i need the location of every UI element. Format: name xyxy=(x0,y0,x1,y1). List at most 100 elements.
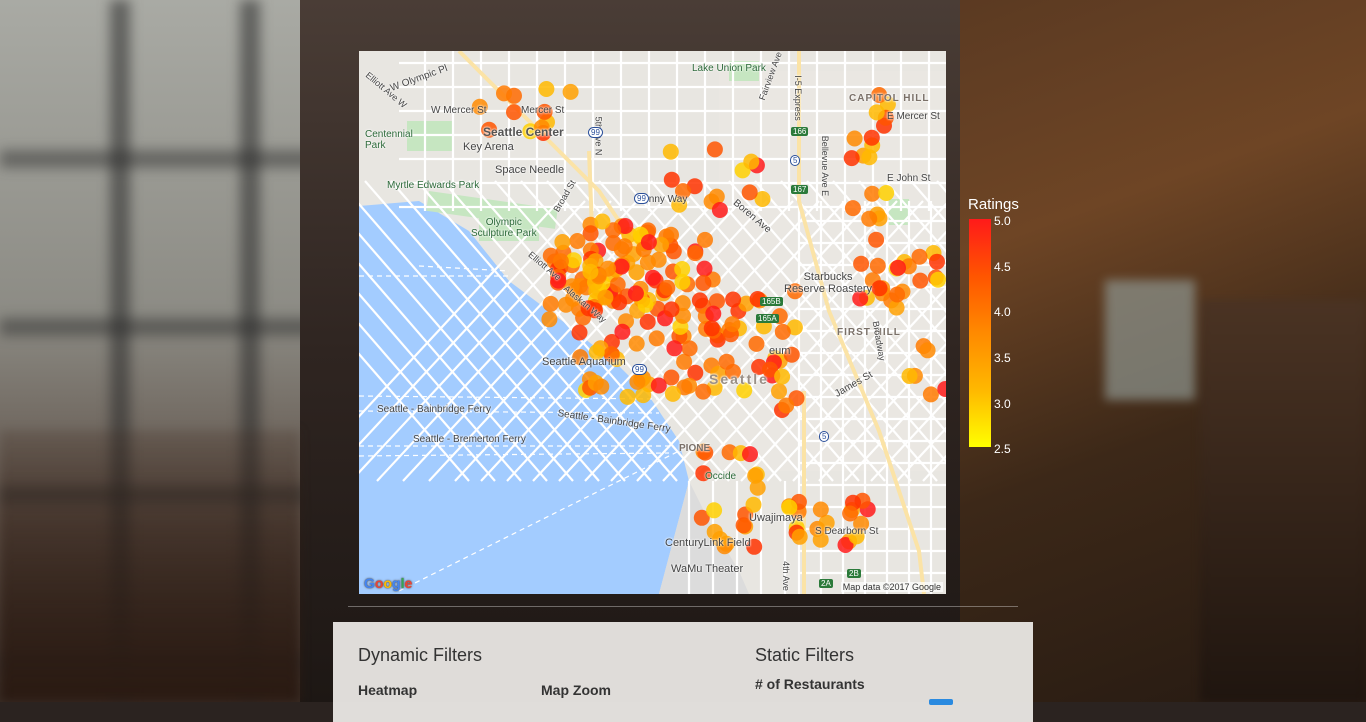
restaurant-marker[interactable] xyxy=(597,289,614,306)
restaurant-marker[interactable] xyxy=(706,141,723,158)
restaurant-marker[interactable] xyxy=(666,340,683,357)
restaurant-marker[interactable] xyxy=(864,185,881,202)
restaurant-marker[interactable] xyxy=(681,340,698,357)
restaurant-marker[interactable] xyxy=(863,129,880,146)
restaurant-marker[interactable] xyxy=(868,104,885,121)
restaurant-marker[interactable] xyxy=(496,85,512,102)
restaurant-marker[interactable] xyxy=(663,301,680,318)
restaurant-marker[interactable] xyxy=(538,81,555,97)
restaurant-marker[interactable] xyxy=(778,397,795,414)
restaurant-marker[interactable] xyxy=(644,269,661,286)
restaurant-marker[interactable] xyxy=(853,255,870,272)
restaurant-marker[interactable] xyxy=(542,295,559,312)
restaurant-marker[interactable] xyxy=(695,275,712,291)
restaurant-marker[interactable] xyxy=(771,383,787,400)
restaurant-marker[interactable] xyxy=(846,130,863,147)
restaurant-marker[interactable] xyxy=(629,373,646,390)
restaurant-marker[interactable] xyxy=(687,245,704,262)
restaurant-marker[interactable] xyxy=(554,234,571,250)
restaurant-marker[interactable] xyxy=(812,501,829,518)
highway-shield: 166 xyxy=(791,127,809,136)
restaurant-marker[interactable] xyxy=(571,324,588,341)
restaurant-marker[interactable] xyxy=(911,248,928,265)
map-zoom-label: Map Zoom xyxy=(541,682,611,698)
restaurant-marker[interactable] xyxy=(861,210,878,227)
restaurant-marker[interactable] xyxy=(747,467,764,484)
restaurant-marker[interactable] xyxy=(774,323,791,340)
restaurant-marker[interactable] xyxy=(614,323,631,340)
restaurant-marker[interactable] xyxy=(648,330,665,347)
restaurant-marker[interactable] xyxy=(600,260,616,277)
restaurant-marker[interactable] xyxy=(674,273,691,290)
restaurant-marker[interactable] xyxy=(619,388,636,405)
restaurant-marker[interactable] xyxy=(697,231,713,248)
restaurant-marker[interactable] xyxy=(640,234,657,251)
restaurant-marker[interactable] xyxy=(628,335,645,352)
restaurant-marker[interactable] xyxy=(706,502,723,519)
map-label: CAPITOL HILL xyxy=(849,93,930,104)
restaurant-marker[interactable] xyxy=(922,386,939,403)
restaurant-marker[interactable] xyxy=(711,202,728,218)
legend-tick: 5.0 xyxy=(994,214,1011,228)
restaurant-marker[interactable] xyxy=(889,286,906,303)
restaurant-marker[interactable] xyxy=(745,496,762,513)
map-label: Seattle xyxy=(709,371,769,387)
restaurant-marker[interactable] xyxy=(742,446,758,463)
restaurant-marker[interactable] xyxy=(878,185,895,201)
restaurant-marker[interactable] xyxy=(842,505,859,522)
ratings-map[interactable]: Lake Union Park W Olympic Pl W Mercer St… xyxy=(359,51,946,594)
restaurant-marker[interactable] xyxy=(650,251,667,268)
restaurant-marker[interactable] xyxy=(659,279,676,296)
restaurant-marker[interactable] xyxy=(743,153,760,170)
restaurant-marker[interactable] xyxy=(562,83,579,100)
map-label: eum xyxy=(769,345,791,357)
restaurant-marker[interactable] xyxy=(705,305,722,322)
restaurant-marker[interactable] xyxy=(650,377,667,394)
restaurant-marker[interactable] xyxy=(506,104,522,121)
restaurant-marker[interactable] xyxy=(593,378,610,395)
restaurants-slider-handle[interactable] xyxy=(929,699,953,705)
restaurant-marker[interactable] xyxy=(930,271,946,288)
restaurant-marker[interactable] xyxy=(868,231,885,248)
restaurant-marker[interactable] xyxy=(890,259,906,276)
restaurant-marker[interactable] xyxy=(703,320,720,337)
restaurant-marker[interactable] xyxy=(569,233,586,249)
restaurant-marker[interactable] xyxy=(541,311,558,328)
restaurant-marker[interactable] xyxy=(691,292,708,309)
restaurant-marker[interactable] xyxy=(725,291,742,308)
restaurant-marker[interactable] xyxy=(843,150,860,167)
restaurant-marker[interactable] xyxy=(774,368,791,385)
restaurant-marker[interactable] xyxy=(594,213,611,230)
map-label: WaMu Theater xyxy=(671,563,744,575)
restaurant-marker[interactable] xyxy=(871,280,888,297)
restaurant-marker[interactable] xyxy=(663,171,680,188)
restaurant-marker[interactable] xyxy=(901,368,918,384)
restaurant-marker[interactable] xyxy=(929,253,945,270)
restaurant-marker[interactable] xyxy=(664,385,681,402)
restaurant-marker[interactable] xyxy=(844,200,861,217)
map-attribution[interactable]: Map data ©2017 Google xyxy=(840,582,943,592)
restaurant-marker[interactable] xyxy=(912,272,929,289)
restaurant-marker[interactable] xyxy=(627,285,644,302)
map-label: Seattle - Bremerton Ferry xyxy=(413,434,526,445)
restaurants-count-label: # of Restaurants xyxy=(755,676,865,692)
restaurant-marker[interactable] xyxy=(869,257,886,274)
restaurant-marker[interactable] xyxy=(741,184,758,201)
restaurant-marker[interactable] xyxy=(791,528,808,545)
restaurant-marker[interactable] xyxy=(696,260,713,277)
restaurant-marker[interactable] xyxy=(582,263,599,280)
restaurant-marker[interactable] xyxy=(718,353,735,370)
restaurant-marker[interactable] xyxy=(708,188,725,205)
restaurant-marker[interactable] xyxy=(662,143,679,160)
restaurant-marker[interactable] xyxy=(613,258,630,275)
restaurant-marker[interactable] xyxy=(611,294,628,311)
restaurant-marker[interactable] xyxy=(724,316,741,333)
restaurant-marker[interactable] xyxy=(552,253,569,270)
restaurant-marker[interactable] xyxy=(616,238,633,255)
restaurant-marker[interactable] xyxy=(919,342,936,359)
restaurant-marker[interactable] xyxy=(748,335,765,352)
highway-shield: 165B xyxy=(760,297,783,306)
highway-shield: 99 xyxy=(634,193,649,204)
map-label: Seattle - Bainbridge Ferry xyxy=(377,404,491,415)
map-label: S Dearborn St xyxy=(815,526,879,537)
